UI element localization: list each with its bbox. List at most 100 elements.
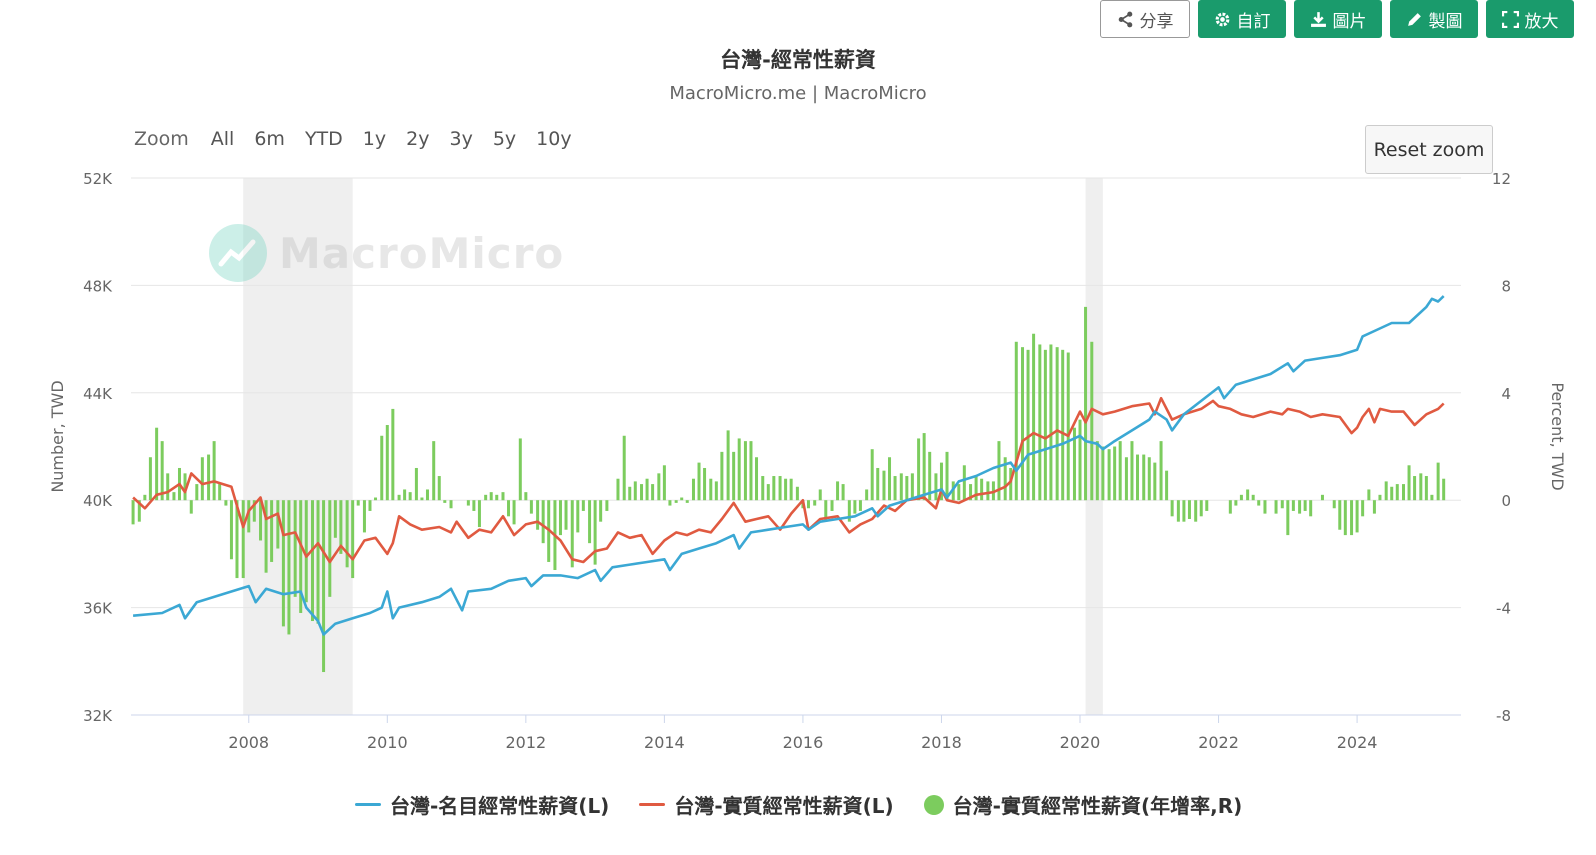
bar-yoy: [784, 478, 788, 501]
bar-yoy: [391, 408, 395, 501]
bar-yoy: [477, 500, 481, 528]
bar-yoy: [1032, 333, 1036, 501]
bar-yoy: [1113, 446, 1117, 501]
bar-yoy: [576, 500, 580, 533]
bar-yoy: [403, 489, 407, 501]
bar-yoy: [714, 481, 718, 501]
bar-yoy: [581, 500, 585, 511]
bar-yoy: [293, 500, 297, 597]
bar-yoy: [588, 500, 592, 544]
legend-item-nominal[interactable]: 台灣-名目經常性薪資(L): [355, 790, 609, 819]
y-right-tick-label: 12: [1492, 170, 1511, 188]
bar-yoy: [1413, 476, 1417, 501]
bar-yoy: [449, 500, 453, 509]
legend-line-nominal-icon: [355, 803, 381, 806]
bar-yoy: [148, 457, 152, 501]
zoom-2y-button[interactable]: 2y: [406, 128, 429, 150]
bar-yoy: [1124, 457, 1128, 501]
bar-yoy: [1378, 494, 1382, 501]
reset-zoom-button[interactable]: Reset zoom: [1365, 125, 1493, 174]
bar-yoy: [345, 500, 349, 568]
bar-yoy: [1257, 500, 1261, 506]
bar-yoy: [218, 484, 222, 501]
legend-dot-yoy-icon: [923, 794, 944, 815]
bar-yoy: [507, 500, 511, 517]
x-tick-label: 2008: [228, 733, 269, 752]
bar-yoy: [778, 476, 782, 501]
bar-yoy: [945, 451, 949, 501]
bar-yoy: [882, 470, 886, 501]
bar-yoy: [645, 478, 649, 501]
bar-yoy: [1084, 306, 1088, 501]
bar-yoy: [657, 473, 661, 501]
bar-yoy: [518, 438, 522, 501]
bar-yoy: [622, 435, 626, 501]
zoom-1y-button[interactable]: 1y: [363, 128, 386, 150]
bar-yoy: [761, 476, 765, 501]
bar-yoy: [241, 500, 245, 579]
bar-yoy: [160, 441, 164, 501]
bar-yoy: [922, 433, 926, 501]
bar-yoy: [512, 500, 516, 525]
bar-yoy: [806, 500, 810, 509]
bar-yoy: [1026, 349, 1030, 501]
y-left-tick-label: 52K: [83, 170, 113, 188]
bar-yoy: [351, 500, 355, 579]
bar-yoy: [980, 478, 984, 501]
bar-yoy: [131, 500, 135, 525]
y-left-tick-label: 40K: [83, 492, 113, 510]
bar-yoy: [1251, 494, 1255, 501]
bar-yoy: [1361, 500, 1365, 517]
bar-yoy: [1419, 473, 1423, 501]
bar-yoy: [385, 425, 389, 501]
bar-yoy: [200, 457, 204, 501]
bar-yoy: [1170, 500, 1174, 517]
bar-yoy: [905, 476, 909, 501]
bar-yoy: [755, 457, 759, 501]
bar-yoy: [813, 500, 817, 506]
bar-yoy: [1355, 500, 1359, 533]
bar-yoy: [1090, 341, 1094, 501]
y-right-tick-label: 4: [1501, 385, 1511, 403]
y-left-tick-label: 32K: [83, 707, 113, 725]
bar-yoy: [1021, 347, 1025, 501]
bar-yoy: [830, 500, 834, 511]
bar-yoy: [1049, 344, 1053, 501]
legend-item-real[interactable]: 台灣-實質經常性薪資(L): [639, 790, 894, 819]
y-right-tick-label: 0: [1501, 492, 1511, 510]
bar-yoy: [484, 494, 488, 501]
bar-yoy: [917, 438, 921, 501]
bar-yoy: [1142, 454, 1146, 501]
legend-item-yoy[interactable]: 台灣-實質經常性薪資(年增率,R): [923, 790, 1242, 819]
zoom-all-button[interactable]: All: [211, 128, 235, 150]
bar-yoy: [1303, 500, 1307, 511]
zoom-5y-button[interactable]: 5y: [493, 128, 516, 150]
bar-yoy: [356, 500, 360, 506]
zoom-10y-button[interactable]: 10y: [536, 128, 571, 150]
bar-yoy: [743, 441, 747, 501]
bar-yoy: [1130, 441, 1134, 501]
bar-yoy: [1182, 500, 1186, 522]
bar-yoy: [772, 476, 776, 501]
bar-yoy: [212, 441, 216, 501]
x-tick-label: 2016: [783, 733, 824, 752]
bar-yoy: [1436, 462, 1440, 501]
bar-yoy: [1066, 352, 1070, 501]
chart-legend: 台灣-名目經常性薪資(L) 台灣-實質經常性薪資(L) 台灣-實質經常性薪資(年…: [355, 790, 1242, 819]
bar-yoy: [195, 484, 199, 501]
bar-yoy: [899, 473, 903, 501]
bar-yoy: [1095, 441, 1099, 501]
bar-yoy: [368, 500, 372, 511]
zoom-6m-button[interactable]: 6m: [254, 128, 285, 150]
legend-label-nominal: 台灣-名目經常性薪資(L): [390, 794, 610, 818]
bar-yoy: [1014, 341, 1018, 501]
bar-yoy: [229, 500, 233, 560]
bar-yoy: [680, 497, 684, 501]
bar-yoy: [276, 500, 280, 549]
zoom-ytd-button[interactable]: YTD: [305, 128, 343, 150]
bar-yoy: [425, 489, 429, 501]
zoom-3y-button[interactable]: 3y: [449, 128, 472, 150]
bar-yoy: [1263, 500, 1267, 514]
bar-yoy: [1246, 489, 1250, 501]
chart-subtitle: MacroMicro.me | MacroMicro: [669, 83, 927, 104]
